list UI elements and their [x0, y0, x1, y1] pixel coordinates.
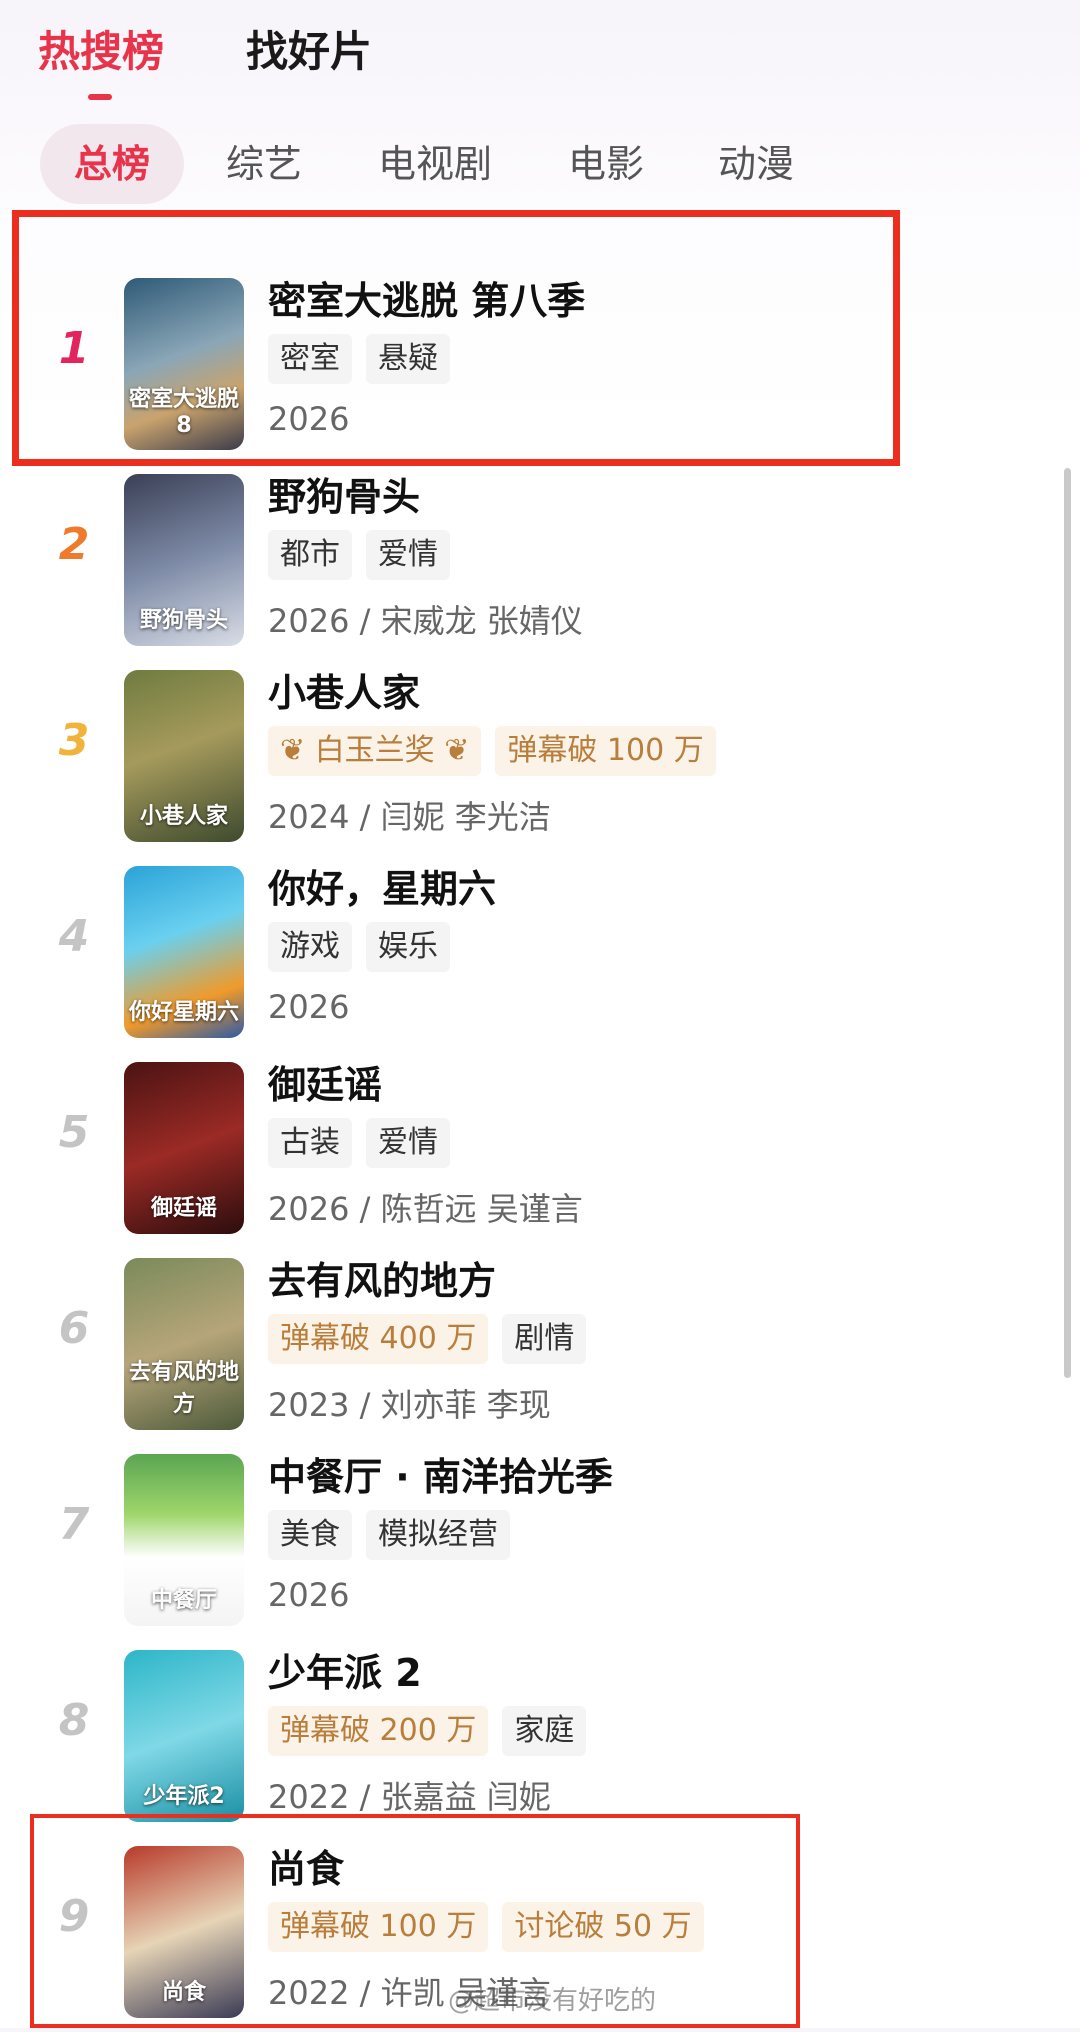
tab-discover[interactable]: 找好片: [246, 18, 372, 79]
list-item[interactable]: 2 野狗骨头 野狗骨头 都市 爱情 2026 / 宋威龙 张婧仪: [0, 464, 1080, 660]
item-title[interactable]: 少年派 2: [268, 1642, 422, 1697]
active-tab-indicator: [88, 94, 112, 100]
rank-number: 3: [58, 715, 90, 766]
item-meta: 2026 / 陈哲远 吴谨言: [268, 1190, 583, 1228]
poster-image[interactable]: 少年派2: [124, 1650, 244, 1822]
poster-image[interactable]: 御廷谣: [124, 1062, 244, 1234]
item-title[interactable]: 去有风的地方: [268, 1250, 496, 1305]
laurel-right-icon: ❦: [434, 733, 470, 768]
genre-tag: 美食: [268, 1510, 352, 1560]
tag-group: 都市 爱情: [268, 530, 450, 580]
poster-title-art: 中餐厅: [150, 1588, 217, 1613]
item-meta: 2022 / 张嘉益 闫妮: [268, 1778, 551, 1816]
category-tab-tv[interactable]: 电视剧: [378, 124, 492, 204]
rank-number: 5: [58, 1107, 90, 1158]
item-meta: 2026 / 宋威龙 张婧仪: [268, 602, 583, 640]
genre-tag: 游戏: [268, 922, 352, 972]
poster-title-art: 去有风的地方: [128, 1360, 239, 1417]
genre-tag: 剧情: [502, 1314, 587, 1364]
rank-number: 8: [58, 1695, 90, 1746]
list-item[interactable]: 8 少年派2 少年派 2 弹幕破 200 万家庭 2022 / 张嘉益 闫妮: [0, 1640, 1080, 1836]
laurel-left-icon: ❦: [280, 733, 315, 768]
watermark: @超市没有好吃的: [448, 1986, 657, 2016]
poster-image[interactable]: 野狗骨头: [124, 474, 244, 646]
tag-group: 弹幕破 400 万剧情: [268, 1314, 587, 1364]
item-title[interactable]: 你好，星期六: [268, 858, 496, 913]
genre-tag: 家庭: [502, 1706, 587, 1756]
tag-group: 美食 模拟经营: [268, 1510, 510, 1560]
genre-tag: 古装: [268, 1118, 352, 1168]
poster-title-art: 你好星期六: [128, 1000, 239, 1025]
genre-tag: 娱乐: [366, 922, 450, 972]
poster-image[interactable]: 小巷人家: [124, 670, 244, 842]
hot-stat-tag: 弹幕破 200 万: [268, 1706, 489, 1756]
item-meta: 2026: [268, 1576, 350, 1614]
tab-hot-search[interactable]: 热搜榜: [38, 18, 164, 79]
item-title[interactable]: 野狗骨头: [268, 466, 420, 521]
poster-title-art: 野狗骨头: [139, 608, 228, 633]
highlight-box-rank-9: [30, 1814, 800, 2028]
poster-title-art: 御廷谣: [150, 1196, 217, 1221]
genre-tag: 爱情: [366, 530, 450, 580]
item-meta: 2026: [268, 988, 350, 1026]
list-item[interactable]: 6 去有风的地方 去有风的地方 弹幕破 400 万剧情 2023 / 刘亦菲 李现: [0, 1248, 1080, 1444]
category-tab-movie[interactable]: 电影: [568, 124, 644, 204]
list-item[interactable]: 3 小巷人家 小巷人家 ❦ 白玉兰奖 ❦ 弹幕破 100 万 2024 / 闫妮 李光洁: [0, 660, 1080, 856]
list-item[interactable]: 5 御廷谣 御廷谣 古装 爱情 2026 / 陈哲远 吴谨言: [0, 1052, 1080, 1248]
tag-group: 古装 爱情: [268, 1118, 450, 1168]
genre-tag: 爱情: [366, 1118, 450, 1168]
rank-number: 6: [58, 1303, 90, 1354]
poster-title-art: 少年派2: [143, 1784, 225, 1809]
hot-stat-tag: 弹幕破 400 万: [268, 1314, 489, 1364]
hot-stat-tag: 弹幕破 100 万: [495, 726, 716, 776]
category-tab-variety[interactable]: 综艺: [226, 124, 302, 204]
rank-number: 4: [58, 911, 90, 962]
item-meta: 2023 / 刘亦菲 李现: [268, 1386, 551, 1424]
poster-image[interactable]: 去有风的地方: [124, 1258, 244, 1430]
poster-image[interactable]: 你好星期六: [124, 866, 244, 1038]
award-tag: ❦ 白玉兰奖 ❦: [268, 726, 482, 776]
award-tag-label: 白玉兰奖: [314, 733, 435, 768]
poster-image[interactable]: 中餐厅: [124, 1454, 244, 1626]
genre-tag: 模拟经营: [366, 1510, 510, 1560]
item-title[interactable]: 小巷人家: [268, 662, 420, 717]
rank-number: 7: [58, 1499, 90, 1550]
item-title[interactable]: 中餐厅 · 南洋拾光季: [268, 1446, 613, 1501]
tag-group: ❦ 白玉兰奖 ❦ 弹幕破 100 万: [268, 726, 716, 776]
category-tab-all[interactable]: 总榜: [40, 124, 185, 204]
category-tab-anime[interactable]: 动漫: [718, 124, 794, 204]
rank-number: 2: [58, 519, 90, 570]
list-item[interactable]: 7 中餐厅 中餐厅 · 南洋拾光季美食 模拟经营 2026: [0, 1444, 1080, 1640]
item-meta: 2024 / 闫妮 李光洁: [268, 798, 551, 836]
tag-group: 弹幕破 200 万家庭: [268, 1706, 587, 1756]
genre-tag: 都市: [268, 530, 352, 580]
poster-title-art: 小巷人家: [139, 804, 228, 829]
list-item[interactable]: 4 你好星期六 你好，星期六游戏 娱乐 2026: [0, 856, 1080, 1052]
highlight-box-rank-1: [12, 210, 900, 466]
tag-group: 游戏 娱乐: [268, 922, 450, 972]
item-title[interactable]: 御廷谣: [268, 1054, 382, 1109]
